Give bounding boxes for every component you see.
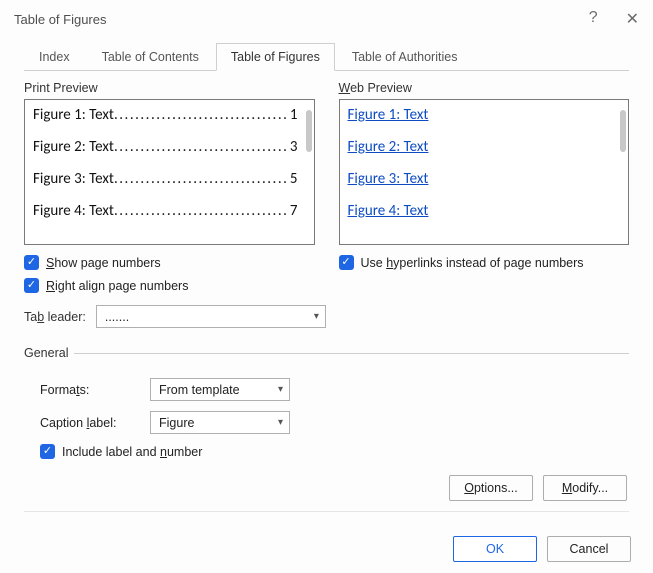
help-button[interactable]: ? bbox=[589, 9, 598, 29]
web-preview-item: Figure 4: Text bbox=[348, 202, 613, 220]
ok-button[interactable]: OK bbox=[453, 536, 537, 562]
chevron-down-icon: ▾ bbox=[278, 417, 283, 428]
web-preview-section: Web Preview Figure 1: Text Figure 2: Tex… bbox=[339, 79, 630, 245]
formats-row: Formats: From template ▾ bbox=[40, 378, 629, 401]
print-preview-item: Figure 4: Text .........................… bbox=[33, 202, 298, 220]
general-fieldset: General Formats: From template ▾ Caption… bbox=[24, 346, 629, 522]
ok-cancel-row: OK Cancel bbox=[0, 522, 653, 562]
tab-index[interactable]: Index bbox=[24, 43, 85, 71]
modify-button[interactable]: Modify... bbox=[543, 475, 627, 501]
formats-combo[interactable]: From template ▾ bbox=[150, 378, 290, 401]
caption-label-combo[interactable]: Figure ▾ bbox=[150, 411, 290, 434]
general-legend: General bbox=[24, 346, 74, 360]
scrollbar-thumb[interactable] bbox=[620, 110, 626, 152]
show-page-numbers-checkbox[interactable]: ✓ bbox=[24, 255, 39, 270]
include-label-number-checkbox[interactable]: ✓ bbox=[40, 444, 55, 459]
tab-leader-row: Tab leader: ....... ▾ bbox=[24, 305, 629, 328]
show-page-numbers-row: ✓ Show page numbers bbox=[24, 255, 315, 270]
tab-leader-combo[interactable]: ....... ▾ bbox=[96, 305, 326, 328]
print-preview-inner: Figure 1: Text .........................… bbox=[25, 100, 314, 226]
tab-strip: Index Table of Contents Table of Figures… bbox=[24, 42, 629, 71]
web-preview-box[interactable]: Figure 1: Text Figure 2: Text Figure 3: … bbox=[339, 99, 630, 245]
web-preview-item: Figure 2: Text bbox=[348, 138, 613, 156]
include-label-row: ✓ Include label and number bbox=[40, 444, 629, 459]
web-preview-inner: Figure 1: Text Figure 2: Text Figure 3: … bbox=[340, 100, 629, 240]
use-hyperlinks-checkbox[interactable]: ✓ bbox=[339, 255, 354, 270]
web-options-col: ✓ Use hyperlinks instead of page numbers bbox=[339, 255, 630, 301]
web-preview-label: Web Preview bbox=[339, 81, 630, 95]
print-preview-section: Print Preview Figure 1: Text ...........… bbox=[24, 79, 315, 245]
tab-table-of-figures[interactable]: Table of Figures bbox=[216, 43, 335, 71]
print-options-col: ✓ Show page numbers ✓ Right align page n… bbox=[24, 255, 315, 301]
options-button[interactable]: Options... bbox=[449, 475, 533, 501]
include-label-number-label: Include label and number bbox=[62, 445, 202, 459]
right-align-row: ✓ Right align page numbers bbox=[24, 278, 315, 293]
dialog-title: Table of Figures bbox=[14, 12, 107, 27]
tab-table-of-authorities[interactable]: Table of Authorities bbox=[337, 43, 473, 71]
web-preview-item: Figure 1: Text bbox=[348, 106, 613, 124]
print-preview-box[interactable]: Figure 1: Text .........................… bbox=[24, 99, 315, 245]
close-button[interactable]: ✕ bbox=[626, 9, 639, 29]
titlebar: Table of Figures ? ✕ bbox=[0, 0, 653, 34]
title-buttons: ? ✕ bbox=[589, 9, 639, 29]
dialog-body: Index Table of Contents Table of Figures… bbox=[0, 34, 653, 522]
scrollbar-thumb[interactable] bbox=[306, 110, 312, 152]
tab-table-of-contents[interactable]: Table of Contents bbox=[87, 43, 214, 71]
caption-label-row: Caption label: Figure ▾ bbox=[40, 411, 629, 434]
show-page-numbers-label: Show page numbers bbox=[46, 256, 161, 270]
web-preview-item: Figure 3: Text bbox=[348, 170, 613, 188]
formats-label: Formats: bbox=[40, 383, 150, 397]
caption-label-label: Caption label: bbox=[40, 416, 150, 430]
use-hyperlinks-row: ✓ Use hyperlinks instead of page numbers bbox=[339, 255, 630, 270]
right-align-label: Right align page numbers bbox=[46, 279, 188, 293]
use-hyperlinks-label: Use hyperlinks instead of page numbers bbox=[361, 256, 584, 270]
chevron-down-icon: ▾ bbox=[314, 311, 319, 322]
right-align-checkbox[interactable]: ✓ bbox=[24, 278, 39, 293]
options-row: ✓ Show page numbers ✓ Right align page n… bbox=[24, 255, 629, 301]
tab-leader-label: Tab leader: bbox=[24, 310, 86, 324]
print-preview-label: Print Preview bbox=[24, 81, 315, 95]
chevron-down-icon: ▾ bbox=[278, 384, 283, 395]
print-preview-item: Figure 3: Text .........................… bbox=[33, 170, 298, 188]
cancel-button[interactable]: Cancel bbox=[547, 536, 631, 562]
table-of-figures-dialog: Table of Figures ? ✕ Index Table of Cont… bbox=[0, 0, 653, 573]
preview-row: Print Preview Figure 1: Text ...........… bbox=[24, 79, 629, 245]
print-preview-item: Figure 2: Text .........................… bbox=[33, 138, 298, 156]
print-preview-item: Figure 1: Text .........................… bbox=[33, 106, 298, 124]
options-modify-row: Options... Modify... bbox=[24, 469, 629, 512]
